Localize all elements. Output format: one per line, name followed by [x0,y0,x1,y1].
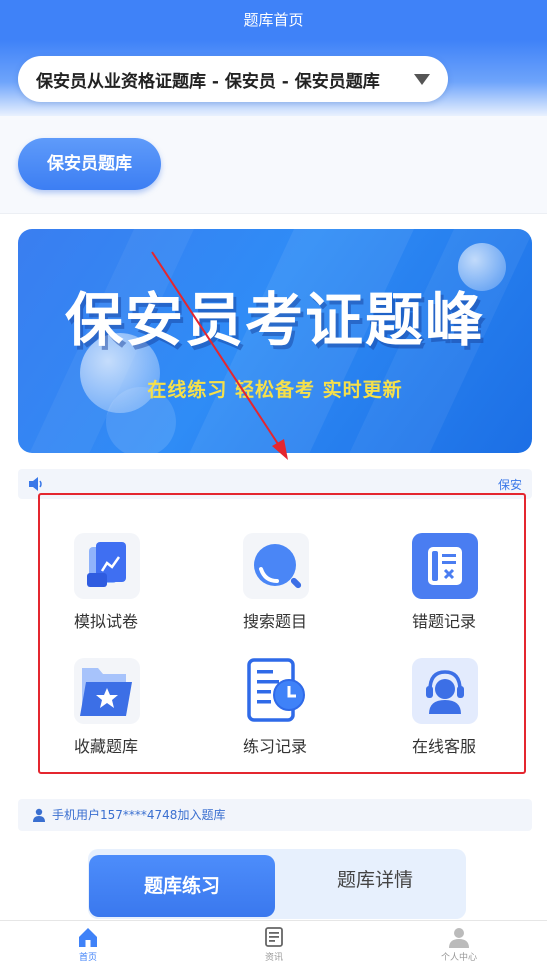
menu-search[interactable]: 搜索题目 [215,533,335,643]
question-bank-selector[interactable]: 保安员从业资格证题库 - 保安员 - 保安员题库 [18,56,448,102]
tab-details[interactable]: 题库详情 [285,849,465,911]
menu-label: 练习记录 [242,737,307,756]
notice-scroll-text: 保安 [497,478,522,492]
user-icon [33,808,45,822]
menu-label: 搜索题目 [242,612,307,631]
menu-customer-service[interactable]: 在线客服 [384,658,504,768]
menu-label: 错题记录 [411,612,476,631]
nav-profile[interactable]: 个人中心 [409,921,509,963]
menu-label: 收藏题库 [73,737,138,756]
bottom-nav: 首页 资讯 个人中心 [0,920,547,963]
menu-mock-exam[interactable]: 模拟试卷 [46,533,166,643]
wrong-record-icon [412,533,478,599]
menu-label: 模拟试卷 [73,612,138,631]
page: 题库首页 保安员从业资格证题库 - 保安员 - 保安员题库 保安员题库 保安员考… [0,0,547,963]
category-pill[interactable]: 保安员题库 [18,138,161,190]
menu-label: 在线客服 [411,737,476,756]
nav-label: 首页 [78,953,97,963]
menu-practice-record[interactable]: 练习记录 [215,658,335,768]
join-notice-bar: 手机用户157****4748加入题库 [18,799,532,831]
tab-practice[interactable]: 题库练习 [89,855,275,917]
news-icon [265,927,283,947]
join-notice-text: 手机用户157****4748加入题库 [52,808,226,822]
dropdown-caret-icon [414,73,430,85]
practice-record-icon [243,658,309,724]
favorite-folder-icon [74,658,140,724]
nav-label: 个人中心 [440,953,477,963]
nav-home[interactable]: 首页 [38,921,138,963]
profile-icon [449,928,469,948]
page-title: 题库首页 [0,0,547,40]
nav-label: 资讯 [264,953,283,963]
notice-bar[interactable]: 保安 [18,469,532,499]
home-icon [79,928,97,947]
selected-bank-text: 保安员从业资格证题库 - 保安员 - 保安员题库 [36,71,380,92]
menu-wrong-record[interactable]: 错题记录 [384,533,504,643]
search-icon [243,533,309,599]
speaker-icon [29,477,42,491]
exam-paper-icon [74,533,140,599]
customer-service-icon [412,658,478,724]
annotation-arrow-icon [151,251,288,460]
nav-news[interactable]: 资讯 [224,921,324,963]
menu-favorites[interactable]: 收藏题库 [46,658,166,768]
